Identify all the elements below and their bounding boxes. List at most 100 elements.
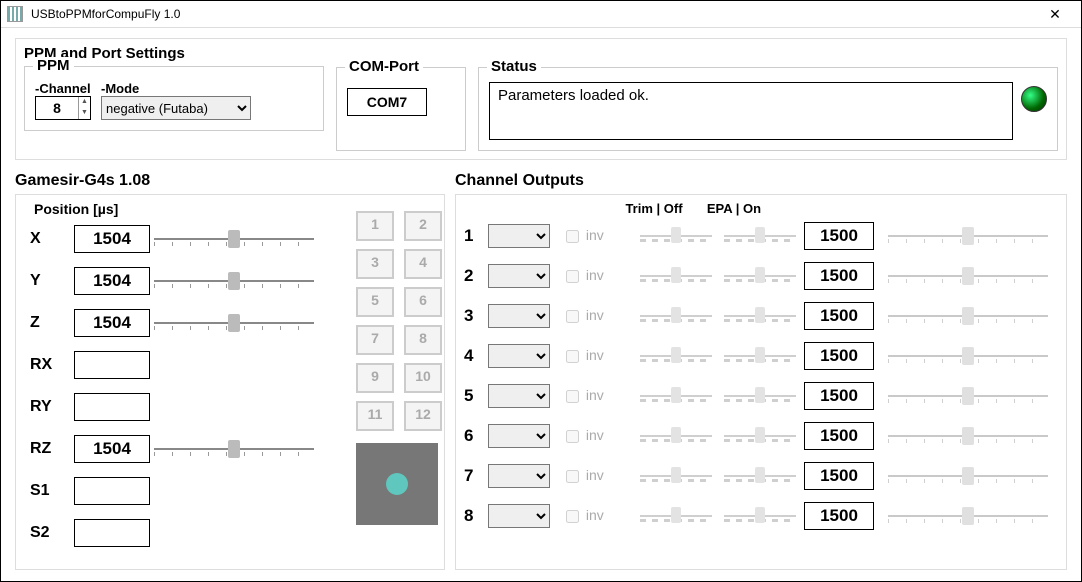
- output-slider-6[interactable]: [888, 425, 1048, 447]
- channel-number: 8: [464, 506, 484, 526]
- output-slider-2[interactable]: [888, 265, 1048, 287]
- axis-label-s1: S1: [24, 482, 74, 500]
- epa-slider-7[interactable]: [720, 466, 800, 486]
- output-slider-3[interactable]: [888, 305, 1048, 327]
- status-text: Parameters loaded ok.: [489, 82, 1013, 140]
- trim-slider-2[interactable]: [636, 266, 716, 286]
- trim-slider-3[interactable]: [636, 306, 716, 326]
- channel-down-icon[interactable]: ▼: [79, 108, 90, 119]
- channel-source-select-8[interactable]: [488, 504, 550, 528]
- app-window: USBtoPPMforCompuFly 1.0 ✕ PPM and Port S…: [0, 0, 1082, 582]
- joystick-button-11[interactable]: 11: [356, 401, 394, 431]
- channel-output-6[interactable]: [804, 422, 874, 450]
- epa-slider-2[interactable]: [720, 266, 800, 286]
- joystick-button-3[interactable]: 3: [356, 249, 394, 279]
- axis-value-s1[interactable]: [74, 477, 150, 505]
- axis-value-rz[interactable]: [74, 435, 150, 463]
- epa-slider-4[interactable]: [720, 346, 800, 366]
- axis-slider-y[interactable]: [154, 271, 314, 291]
- axis-slider-rz[interactable]: [154, 439, 314, 459]
- channel-number: 6: [464, 426, 484, 446]
- inv-checkbox-4[interactable]: inv: [562, 347, 632, 366]
- channel-source-select-6[interactable]: [488, 424, 550, 448]
- channel-output-3[interactable]: [804, 302, 874, 330]
- close-button[interactable]: ✕: [1035, 6, 1075, 23]
- channel-row-8: 8 inv: [464, 502, 1058, 530]
- channel-source-select-2[interactable]: [488, 264, 550, 288]
- channel-up-icon[interactable]: ▲: [79, 97, 90, 108]
- channel-source-select-7[interactable]: [488, 464, 550, 488]
- pov-pad[interactable]: [356, 443, 438, 525]
- mode-label: -Mode: [101, 81, 251, 96]
- epa-slider-5[interactable]: [720, 386, 800, 406]
- inv-checkbox-7[interactable]: inv: [562, 467, 632, 486]
- epa-slider-6[interactable]: [720, 426, 800, 446]
- inv-checkbox-2[interactable]: inv: [562, 267, 632, 286]
- channel-number: 5: [464, 386, 484, 406]
- channel-row-7: 7 inv: [464, 462, 1058, 490]
- epa-slider-3[interactable]: [720, 306, 800, 326]
- channel-output-7[interactable]: [804, 462, 874, 490]
- axis-value-y[interactable]: [74, 267, 150, 295]
- channel-row-3: 3 inv: [464, 302, 1058, 330]
- inv-checkbox-1[interactable]: inv: [562, 227, 632, 246]
- channel-row-2: 2 inv: [464, 262, 1058, 290]
- trim-slider-4[interactable]: [636, 346, 716, 366]
- joystick-button-6[interactable]: 6: [404, 287, 442, 317]
- channel-output-4[interactable]: [804, 342, 874, 370]
- joystick-button-9[interactable]: 9: [356, 363, 394, 393]
- channel-output-2[interactable]: [804, 262, 874, 290]
- axis-label-z: Z: [24, 314, 74, 332]
- channel-stepper[interactable]: ▲ ▼: [35, 96, 91, 120]
- output-slider-8[interactable]: [888, 505, 1048, 527]
- joystick-button-7[interactable]: 7: [356, 325, 394, 355]
- channel-value[interactable]: [36, 97, 78, 119]
- joystick-button-12[interactable]: 12: [404, 401, 442, 431]
- output-slider-4[interactable]: [888, 345, 1048, 367]
- status-led-icon: [1021, 86, 1047, 112]
- output-slider-5[interactable]: [888, 385, 1048, 407]
- inv-checkbox-3[interactable]: inv: [562, 307, 632, 326]
- ppm-label: PPM: [33, 57, 74, 74]
- axis-value-s2[interactable]: [74, 519, 150, 547]
- com-port-button[interactable]: COM7: [347, 88, 427, 116]
- channel-row-6: 6 inv: [464, 422, 1058, 450]
- joystick-button-1[interactable]: 1: [356, 211, 394, 241]
- trim-slider-5[interactable]: [636, 386, 716, 406]
- trim-slider-1[interactable]: [636, 226, 716, 246]
- channel-output-8[interactable]: [804, 502, 874, 530]
- inv-checkbox-5[interactable]: inv: [562, 387, 632, 406]
- channel-output-5[interactable]: [804, 382, 874, 410]
- device-title: Gamesir-G4s 1.08: [15, 172, 445, 190]
- axis-slider-z[interactable]: [154, 313, 314, 333]
- axis-slider-x[interactable]: [154, 229, 314, 249]
- axis-value-rx[interactable]: [74, 351, 150, 379]
- epa-slider-1[interactable]: [720, 226, 800, 246]
- channel-source-select-4[interactable]: [488, 344, 550, 368]
- axis-label-x: X: [24, 230, 74, 248]
- mode-select[interactable]: negative (Futaba): [101, 96, 251, 120]
- axis-label-s2: S2: [24, 524, 74, 542]
- joystick-button-5[interactable]: 5: [356, 287, 394, 317]
- trim-slider-6[interactable]: [636, 426, 716, 446]
- joystick-button-4[interactable]: 4: [404, 249, 442, 279]
- joystick-button-8[interactable]: 8: [404, 325, 442, 355]
- output-slider-1[interactable]: [888, 225, 1048, 247]
- channel-source-select-3[interactable]: [488, 304, 550, 328]
- channel-output-1[interactable]: [804, 222, 874, 250]
- axis-value-ry[interactable]: [74, 393, 150, 421]
- channel-source-select-5[interactable]: [488, 384, 550, 408]
- joystick-button-10[interactable]: 10: [404, 363, 442, 393]
- axis-value-z[interactable]: [74, 309, 150, 337]
- epa-slider-8[interactable]: [720, 506, 800, 526]
- inv-checkbox-6[interactable]: inv: [562, 427, 632, 446]
- pov-dot-icon: [386, 473, 408, 495]
- channel-row-1: 1 inv: [464, 222, 1058, 250]
- channel-source-select-1[interactable]: [488, 224, 550, 248]
- trim-slider-7[interactable]: [636, 466, 716, 486]
- trim-slider-8[interactable]: [636, 506, 716, 526]
- output-slider-7[interactable]: [888, 465, 1048, 487]
- inv-checkbox-8[interactable]: inv: [562, 507, 632, 526]
- joystick-button-2[interactable]: 2: [404, 211, 442, 241]
- axis-value-x[interactable]: [74, 225, 150, 253]
